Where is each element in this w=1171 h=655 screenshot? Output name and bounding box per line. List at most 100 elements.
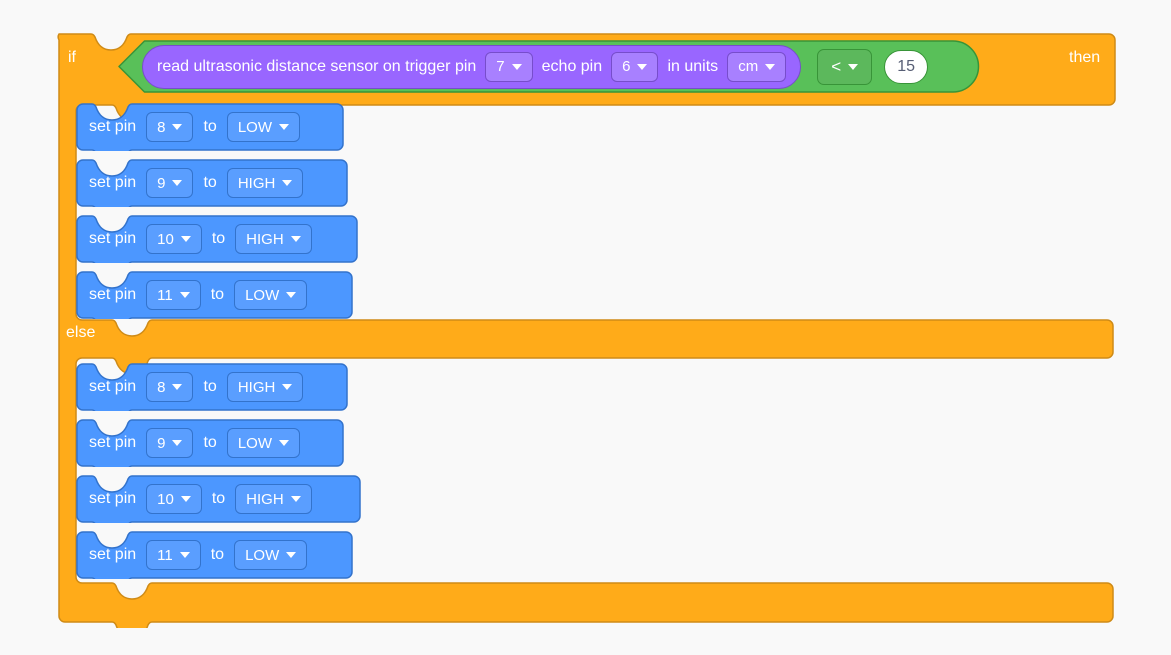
chevron-down-icon: [511, 63, 522, 70]
ultrasonic-label-start: read ultrasonic distance sensor on trigg…: [157, 57, 477, 75]
pin-number-dropdown[interactable]: 11: [146, 280, 201, 310]
pin-number-value: 11: [157, 546, 173, 564]
pin-state-value: LOW: [245, 286, 280, 304]
set-pin-prefix-label: set pin: [89, 490, 137, 507]
chevron-down-icon: [172, 180, 183, 186]
pin-state-value: HIGH: [246, 230, 284, 248]
set-pin-statement-block[interactable]: set pin 8 to LOW: [76, 103, 344, 151]
pin-state-dropdown[interactable]: LOW: [226, 112, 300, 142]
pin-state-dropdown[interactable]: LOW: [226, 428, 300, 458]
chevron-down-icon: [282, 384, 293, 390]
set-pin-statement-block[interactable]: set pin 11 to LOW: [76, 271, 353, 319]
set-pin-to-label: to: [210, 286, 225, 303]
set-pin-to-label: to: [211, 230, 226, 247]
pin-state-value: LOW: [237, 118, 272, 136]
pin-state-value: HIGH: [237, 174, 276, 192]
set-pin-prefix-label: set pin: [89, 118, 137, 135]
pin-number-dropdown[interactable]: 10: [146, 224, 202, 254]
pin-state-dropdown[interactable]: LOW: [234, 540, 308, 570]
pin-number-value: 10: [157, 490, 174, 508]
pin-state-value: LOW: [237, 434, 272, 452]
set-pin-prefix-label: set pin: [89, 378, 137, 395]
set-pin-to-label: to: [203, 174, 217, 191]
chevron-down-icon: [637, 63, 648, 70]
set-pin-to-label: to: [210, 546, 225, 563]
pin-state-value: HIGH: [237, 378, 276, 396]
pin-state-dropdown[interactable]: HIGH: [235, 224, 312, 254]
chevron-down-icon: [286, 552, 297, 558]
set-pin-prefix-label: set pin: [89, 434, 137, 451]
comparison-operator-dropdown[interactable]: <: [817, 48, 873, 85]
set-pin-content: set pin 8 to LOW: [76, 103, 300, 151]
pin-number-value: 9: [157, 434, 166, 452]
units-dropdown[interactable]: cm: [727, 51, 787, 82]
chevron-down-icon: [172, 440, 183, 446]
units-label: in units: [667, 57, 719, 75]
chevron-down-icon: [848, 63, 859, 70]
threshold-number-input[interactable]: 15: [884, 49, 929, 84]
set-pin-statement-block[interactable]: set pin 11 to LOW: [76, 531, 353, 579]
if-keyword-label: if: [68, 49, 76, 66]
pin-number-dropdown[interactable]: 8: [146, 112, 194, 142]
set-pin-content: set pin 11 to LOW: [76, 271, 308, 319]
set-pin-content: set pin 11 to LOW: [76, 531, 308, 579]
pin-state-dropdown[interactable]: HIGH: [226, 372, 304, 402]
chevron-down-icon: [180, 496, 191, 502]
chevron-down-icon: [279, 124, 289, 130]
trigger-pin-value: 7: [496, 58, 505, 75]
set-pin-content: set pin 10 to HIGH: [76, 475, 312, 523]
operator-content: read ultrasonic distance sensor on trigg…: [118, 40, 929, 93]
set-pin-statement-block[interactable]: set pin 10 to HIGH: [76, 215, 358, 263]
pin-state-dropdown[interactable]: HIGH: [226, 168, 304, 198]
set-pin-content: set pin 9 to HIGH: [76, 159, 304, 207]
pin-state-dropdown[interactable]: HIGH: [235, 484, 312, 514]
pin-number-dropdown[interactable]: 11: [146, 540, 201, 570]
pin-number-dropdown[interactable]: 9: [146, 428, 194, 458]
set-pin-prefix-label: set pin: [89, 546, 137, 563]
set-pin-prefix-label: set pin: [89, 286, 137, 303]
echo-pin-dropdown[interactable]: 6: [611, 51, 659, 82]
pin-number-value: 10: [157, 230, 174, 248]
chevron-down-icon: [172, 124, 183, 130]
set-pin-statement-block[interactable]: set pin 10 to HIGH: [76, 475, 361, 523]
chevron-down-icon: [172, 384, 183, 390]
set-pin-prefix-label: set pin: [89, 174, 137, 191]
pin-number-value: 11: [157, 286, 173, 304]
set-pin-to-label: to: [203, 434, 217, 451]
echo-pin-label: echo pin: [541, 57, 603, 75]
chevron-down-icon: [290, 496, 301, 502]
chevron-down-icon: [179, 552, 190, 558]
comparison-operator-value: <: [831, 56, 842, 76]
pin-state-dropdown[interactable]: LOW: [234, 280, 308, 310]
chevron-down-icon: [286, 292, 297, 298]
chevron-down-icon: [279, 440, 289, 446]
pin-number-dropdown[interactable]: 10: [146, 484, 202, 514]
set-pin-statement-block[interactable]: set pin 9 to HIGH: [76, 159, 348, 207]
chevron-down-icon: [290, 236, 301, 242]
pin-state-value: LOW: [245, 546, 280, 564]
set-pin-statement-block[interactable]: set pin 8 to HIGH: [76, 363, 348, 411]
ultrasonic-distance-sensor-reporter[interactable]: read ultrasonic distance sensor on trigg…: [142, 44, 802, 89]
set-pin-prefix-label: set pin: [89, 230, 137, 247]
set-pin-content: set pin 9 to LOW: [76, 419, 300, 467]
chevron-down-icon: [179, 292, 190, 298]
set-pin-statement-block[interactable]: set pin 9 to LOW: [76, 419, 344, 467]
chevron-down-icon: [180, 236, 191, 242]
pin-number-value: 8: [157, 118, 166, 136]
set-pin-content: set pin 8 to HIGH: [76, 363, 304, 411]
else-keyword-label: else: [66, 324, 96, 341]
pin-number-dropdown[interactable]: 9: [146, 168, 194, 198]
units-value: cm: [738, 58, 759, 75]
then-keyword-label: then: [1069, 49, 1101, 66]
trigger-pin-dropdown[interactable]: 7: [485, 51, 533, 82]
blockly-workspace[interactable]: if then else read ultrasonic distance se…: [0, 0, 1171, 655]
set-pin-to-label: to: [203, 118, 217, 135]
pin-state-value: HIGH: [246, 490, 284, 508]
chevron-down-icon: [765, 63, 776, 70]
set-pin-to-label: to: [211, 490, 226, 507]
pin-number-dropdown[interactable]: 8: [146, 372, 194, 402]
pin-number-value: 8: [157, 378, 166, 396]
echo-pin-value: 6: [622, 58, 631, 75]
set-pin-content: set pin 10 to HIGH: [76, 215, 312, 263]
set-pin-to-label: to: [203, 378, 217, 395]
